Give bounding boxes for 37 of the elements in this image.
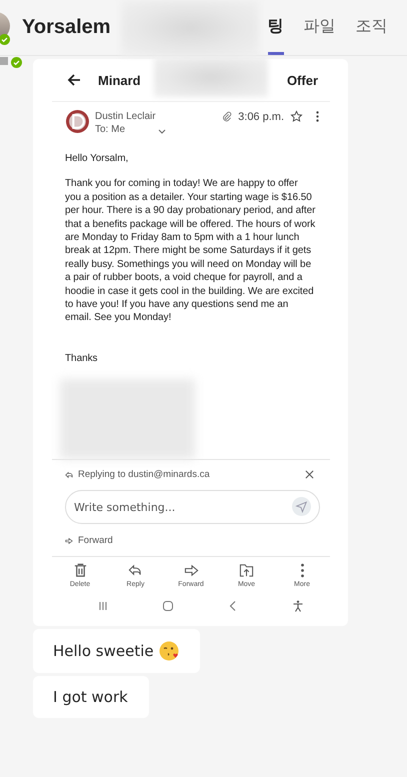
- email-subject: Offer: [286, 72, 318, 88]
- recent-apps-icon[interactable]: [96, 600, 108, 612]
- email-body: Thank you for coming in today! We are happy to offer you a position as a detailer. Your starting wage is $16.50 per hour. There is a 90 day probationary period, and after that a benefits package will be offered. The hours of work are Monday to Friday 8am to 5pm with a 1 hour lunch break at 12pm. There might be some Saturdays if it gets really busy. Somethings you will need on Monday will be a pair of rubber boots, a void cheque for payroll, and a hoodie in case it gets cool in the building. We are excited to have you! If you have any questions send me an email. See you Monday!: [64, 177, 316, 325]
- chevron-down-icon[interactable]: [158, 127, 166, 135]
- email-greeting: Hello Yorsalm,: [64, 152, 130, 166]
- avatar: [0, 57, 8, 65]
- trash-icon: [72, 563, 88, 578]
- kissing-face-icon: [158, 641, 179, 662]
- reply-icon: [65, 470, 73, 479]
- email-subject: Minard: [98, 72, 141, 88]
- chat-title: Yorsalem: [22, 16, 111, 39]
- forward-link[interactable]: Forward: [78, 535, 113, 546]
- tab[interactable]: 팅: [268, 0, 284, 55]
- more-icon: [300, 563, 304, 578]
- more-icon[interactable]: [315, 110, 320, 123]
- back-arrow-icon[interactable]: [66, 72, 82, 88]
- home-icon[interactable]: [162, 600, 174, 612]
- close-icon[interactable]: [305, 470, 314, 480]
- sender-name: Dustin Leclair: [95, 110, 156, 123]
- forward-arrow-icon: [184, 563, 198, 578]
- tab[interactable]: 파일: [304, 0, 336, 55]
- recipient-label[interactable]: To: Me: [95, 123, 156, 136]
- email-time: 3:06 p.m.: [238, 110, 284, 122]
- reply-input-field[interactable]: Write something...: [65, 490, 320, 524]
- paperclip-icon: [221, 111, 232, 122]
- message-text: I got work: [53, 688, 128, 706]
- sender-avatar: [66, 110, 89, 133]
- forward-icon: [65, 536, 73, 545]
- folder-icon: [239, 563, 254, 578]
- tab[interactable]: 조직: [356, 0, 388, 55]
- send-icon[interactable]: [292, 497, 311, 516]
- replying-to-label: Replying to dustin@minards.ca: [78, 469, 210, 480]
- star-icon[interactable]: [290, 110, 303, 123]
- email-closing: Thanks: [64, 352, 98, 366]
- available-status-icon: [11, 57, 22, 68]
- message-text: Hello sweetie: [53, 642, 154, 660]
- accessibility-icon[interactable]: [292, 600, 304, 612]
